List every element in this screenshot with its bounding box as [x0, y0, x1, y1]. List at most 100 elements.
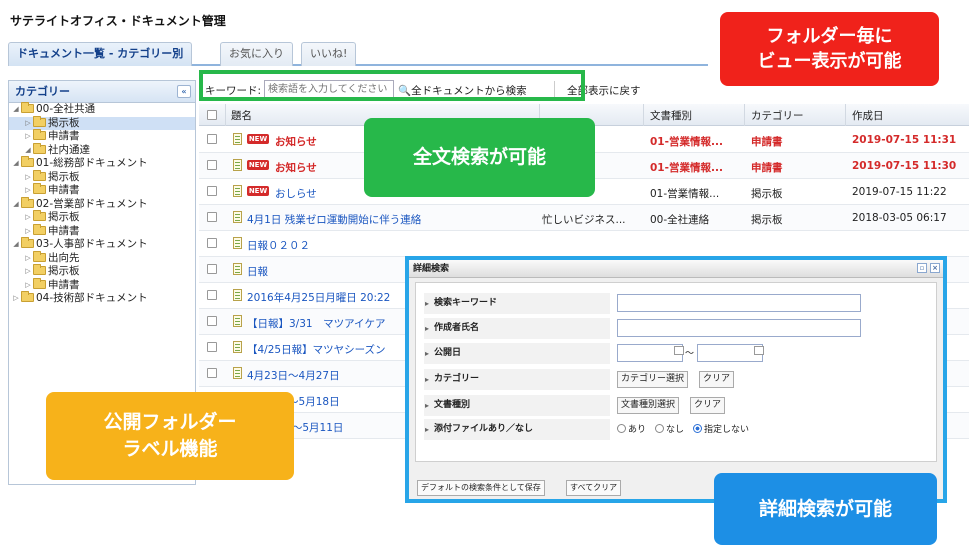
table-row[interactable]: 4月1日 残業ゼロ運動開始に伴う連絡 忙しいビジネス... 00-全社連絡 掲示板 20…	[199, 205, 969, 231]
date-range-separator: ～	[685, 349, 695, 359]
calendar-icon[interactable]	[674, 346, 684, 355]
keyword-input[interactable]	[617, 294, 861, 312]
tree-collapsed-icon[interactable]: ▷	[23, 130, 33, 144]
folder-icon	[33, 250, 46, 262]
tree-collapsed-icon[interactable]: ▷	[23, 265, 33, 279]
field-attachment: 添付ファイルあり／なし あり なし 指定しない	[424, 419, 934, 440]
tree-item[interactable]: ▷ 掲示板	[9, 264, 195, 279]
row-checkbox[interactable]	[207, 134, 217, 144]
tree-expanded-icon[interactable]: ◢	[11, 157, 21, 171]
row-checkbox[interactable]	[207, 342, 217, 352]
attachment-no-radio[interactable]	[655, 424, 664, 433]
category-select-button[interactable]: カテゴリー選択	[617, 371, 689, 388]
author-input[interactable]	[617, 319, 861, 337]
clear-all-button[interactable]: すべてクリア	[566, 480, 622, 496]
row-checkbox[interactable]	[207, 186, 217, 196]
tab-document-list-by-category[interactable]: ドキュメント一覧 - カテゴリー別	[8, 42, 193, 66]
row-doctype: 01-営業情報...	[650, 136, 723, 148]
tree-expanded-icon[interactable]: ◢	[11, 103, 21, 117]
tree-item-label: 申請書	[48, 278, 80, 291]
col-divider	[225, 104, 226, 126]
save-default-button[interactable]: デフォルトの検索条件として保存	[417, 480, 545, 496]
row-title-link[interactable]: 日報０２０２	[247, 238, 310, 253]
document-icon	[233, 367, 242, 379]
tree-collapsed-icon[interactable]: ▷	[23, 171, 33, 185]
tree-item[interactable]: ▷ 申請書	[9, 223, 195, 239]
row-checkbox[interactable]	[207, 238, 217, 248]
row-title-link[interactable]: 【日報】3/31 マツアイケア	[247, 316, 386, 331]
row-checkbox[interactable]	[207, 316, 217, 326]
tree-item-label: 社内通達	[48, 143, 90, 156]
row-title-link[interactable]: 4月23日～4月27日	[247, 368, 340, 383]
row-checkbox[interactable]	[207, 368, 217, 378]
tree-item[interactable]: ▷ 掲示板	[9, 115, 195, 131]
tree-collapsed-icon[interactable]: ▷	[23, 279, 33, 293]
select-all-checkbox[interactable]	[207, 110, 217, 120]
row-category: 掲示板	[751, 214, 783, 226]
tree-collapsed-icon[interactable]: ▷	[23, 117, 33, 131]
tree-expanded-icon[interactable]: ◢	[11, 198, 21, 212]
tree-collapsed-icon[interactable]: ▷	[23, 211, 33, 225]
tree-collapsed-icon[interactable]: ▷	[23, 252, 33, 266]
tree-collapsed-icon[interactable]: ▷	[11, 292, 21, 306]
radio-label: なし	[666, 425, 685, 435]
tree-item[interactable]: ▷ 掲示板	[9, 169, 195, 185]
row-title-link[interactable]: 4月1日 残業ゼロ運動開始に伴う連絡	[247, 212, 421, 227]
field-author: 作成者氏名	[424, 318, 934, 339]
row-checkbox[interactable]	[207, 264, 217, 274]
row-checkbox[interactable]	[207, 160, 217, 170]
col-header-title[interactable]: 題名	[231, 108, 252, 123]
tab-favorites[interactable]: お気に入り	[220, 42, 293, 66]
tree-item[interactable]: ▷ 出向先	[9, 250, 195, 266]
collapse-sidebar-button[interactable]: «	[177, 85, 191, 98]
col-header-doctype[interactable]: 文書種別	[650, 108, 692, 123]
row-created-date: 2019-07-15 11:22	[852, 186, 947, 198]
dialog-close-icon[interactable]: ×	[930, 263, 940, 273]
category-clear-button[interactable]: クリア	[699, 371, 735, 388]
tree-collapsed-icon[interactable]: ▷	[23, 184, 33, 198]
tree-item[interactable]: ▷ 申請書	[9, 129, 195, 144]
tree-item[interactable]: ▷ 申請書	[9, 183, 195, 198]
table-row[interactable]: 日報０２０２	[199, 231, 969, 257]
row-title-link[interactable]: 【4/25日報】マツヤシーズン	[247, 342, 386, 357]
callout-line: フォルダー毎に	[766, 26, 893, 47]
tree-expanded-icon[interactable]: ◢	[11, 238, 21, 252]
tree-item[interactable]: ◢ 社内通達	[9, 142, 195, 158]
col-divider	[744, 104, 745, 126]
tree-item[interactable]: ▷ 掲示板	[9, 210, 195, 225]
tree-item[interactable]: ◢ 03-人事部ドキュメント	[9, 237, 195, 252]
field-published-date: 公開日 ～	[424, 343, 934, 364]
dialog-title: 詳細検索	[413, 264, 450, 274]
row-title-link[interactable]: 2016年4月25日月曜日 20:22	[247, 290, 390, 305]
doctype-select-button[interactable]: 文書種別選択	[617, 397, 680, 414]
tree-item-label: 申請書	[48, 184, 80, 196]
row-title-link[interactable]: お知らせ	[275, 134, 317, 149]
row-title-link[interactable]: おしらせ	[275, 186, 317, 201]
row-category: 申請書	[751, 162, 783, 174]
advanced-search-dialog: 詳細検索 ▫ × 検索キーワード 作成者氏名 公開日 ～ カテゴリー	[405, 256, 947, 503]
tree-item[interactable]: ◢ 01-総務部ドキュメント	[9, 156, 195, 171]
tab-likes[interactable]: いいね!	[301, 42, 357, 66]
tree-collapsed-icon[interactable]: ▷	[23, 225, 33, 239]
category-tree: ◢ 00-全社共通 ▷ 掲示板 ▷ 申請書 ◢ 社内通達 ◢ 01-総務部ドキュメント ▷ 掲示板 ▷ 申…	[9, 102, 195, 306]
folder-icon	[33, 142, 46, 154]
tree-item[interactable]: ◢ 00-全社共通	[9, 102, 195, 117]
tree-item-label: 00-全社共通	[36, 103, 96, 115]
dialog-minimize-icon[interactable]: ▫	[917, 263, 927, 273]
col-header-category[interactable]: カテゴリー	[751, 108, 804, 123]
tree-item[interactable]: ◢ 02-営業部ドキュメント	[9, 196, 195, 212]
tree-item[interactable]: ▷ 04-技術部ドキュメント	[9, 291, 195, 306]
row-title-link[interactable]: 日報	[247, 264, 268, 279]
col-header-created[interactable]: 作成日	[852, 108, 884, 123]
attachment-unspecified-radio[interactable]	[693, 424, 702, 433]
row-checkbox[interactable]	[207, 290, 217, 300]
callout-advanced-search: 詳細検索が可能	[714, 473, 937, 545]
tree-item[interactable]: ▷ 申請書	[9, 277, 195, 293]
attachment-yes-radio[interactable]	[617, 424, 626, 433]
row-created-date: 2018-03-05 06:17	[852, 212, 947, 224]
tree-expanded-icon[interactable]: ◢	[23, 144, 33, 158]
row-checkbox[interactable]	[207, 212, 217, 222]
row-title-link[interactable]: お知らせ	[275, 160, 317, 175]
calendar-icon[interactable]	[754, 346, 764, 355]
doctype-clear-button[interactable]: クリア	[690, 397, 726, 414]
